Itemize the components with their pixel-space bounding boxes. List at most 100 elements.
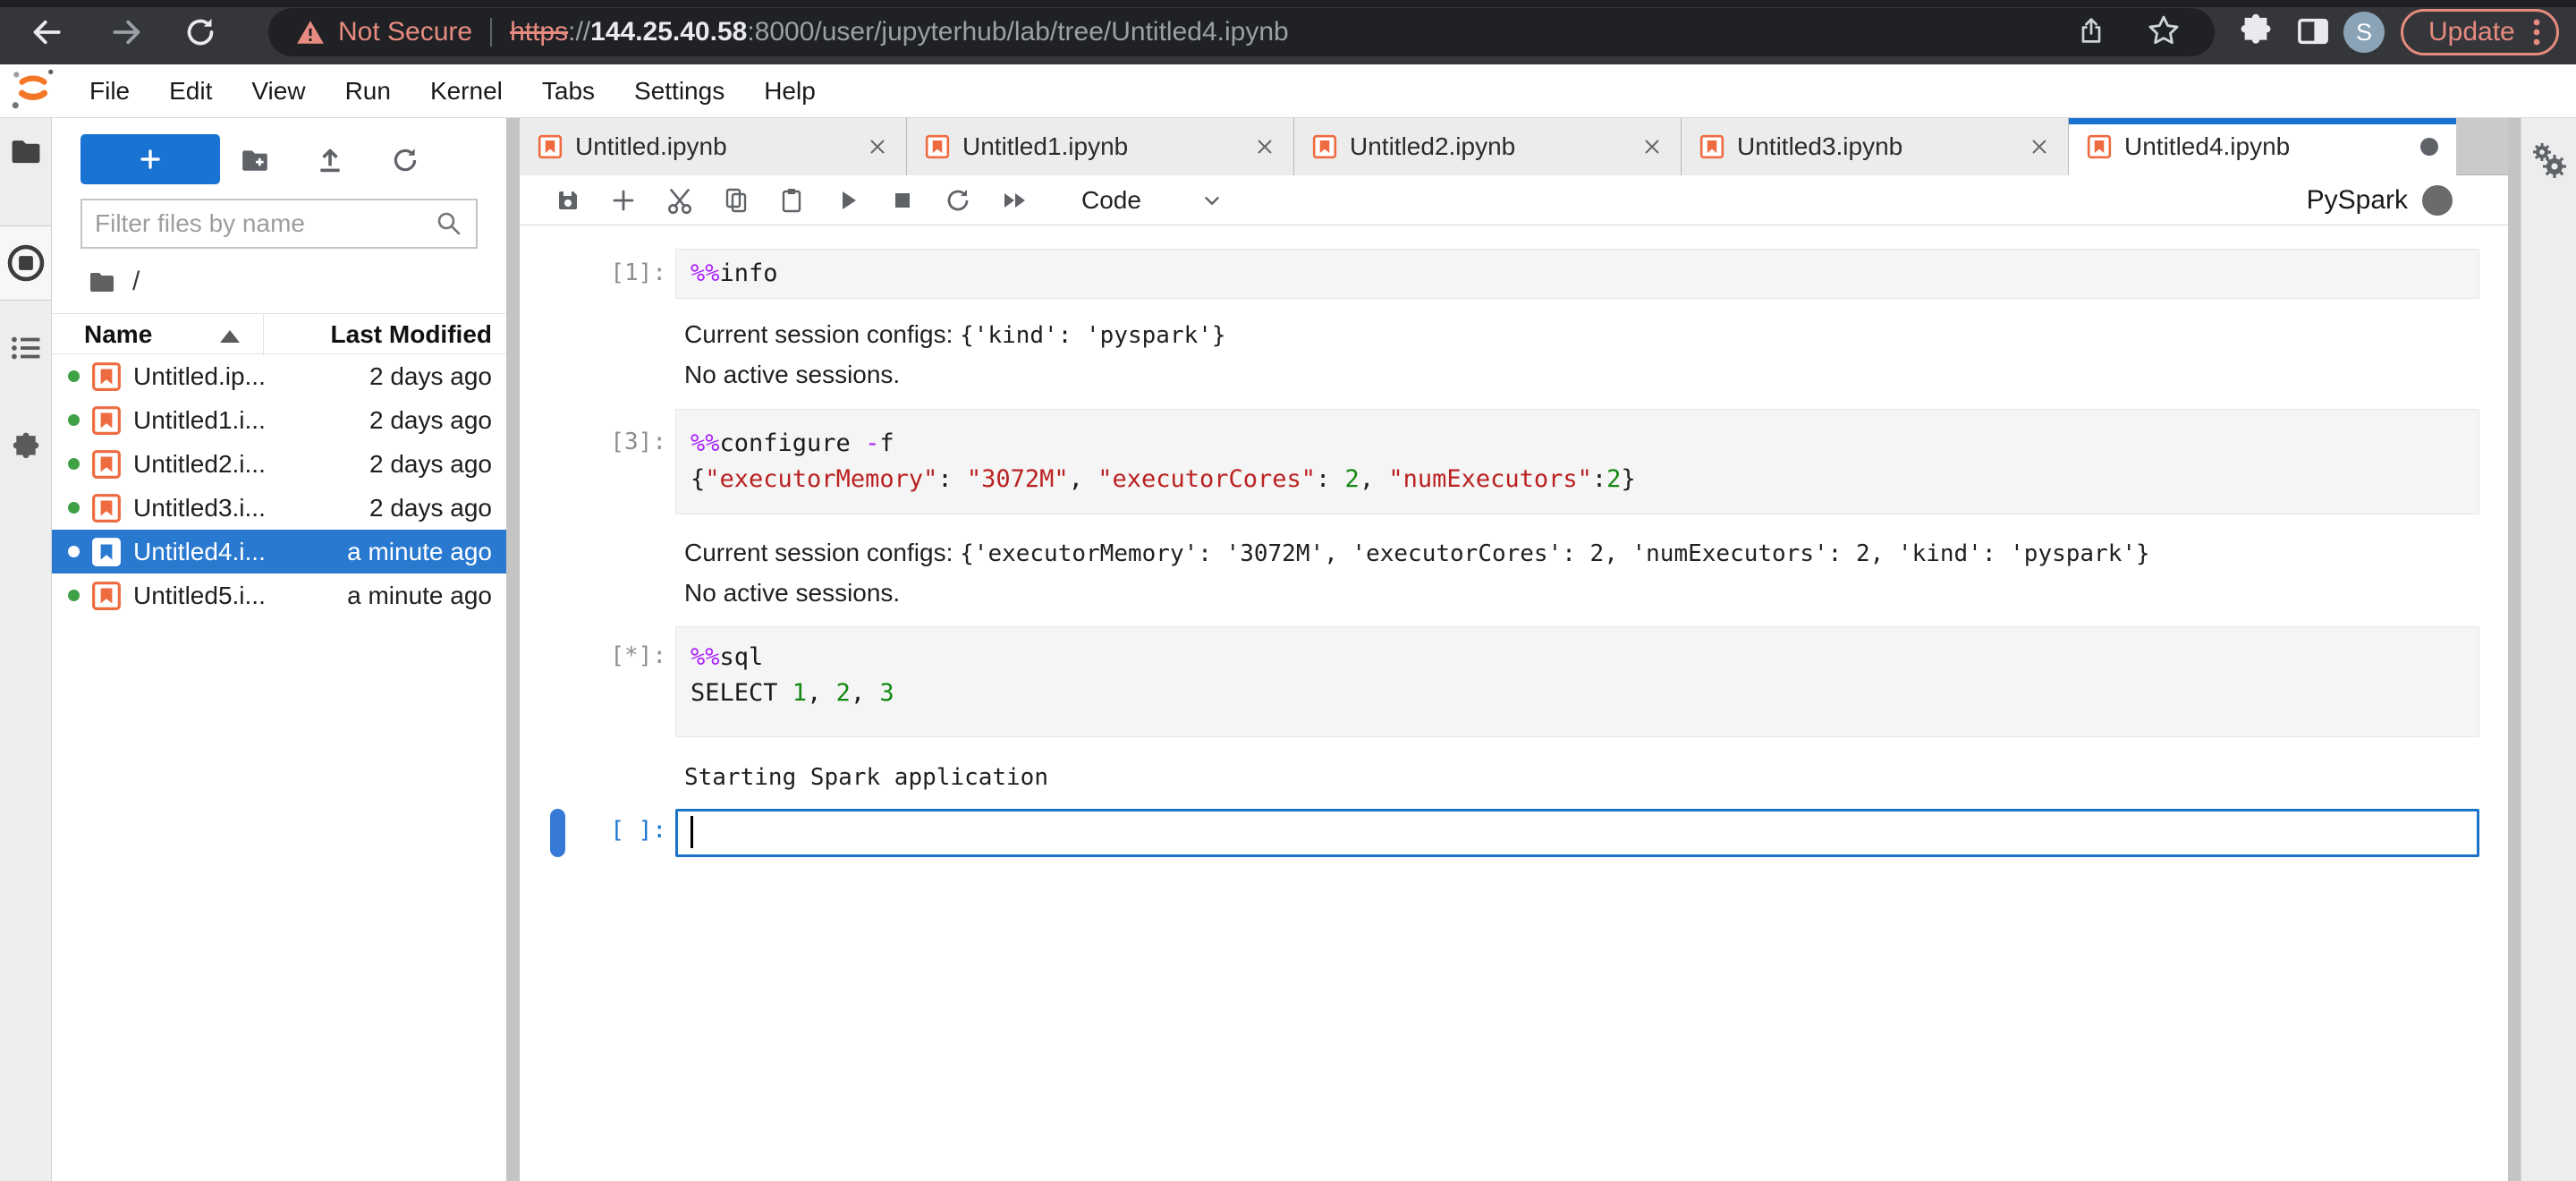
share-icon[interactable] xyxy=(2075,14,2107,51)
upload-button[interactable] xyxy=(315,145,345,180)
sidebar-tab-table-of-contents[interactable] xyxy=(0,331,52,365)
security-warning-icon[interactable] xyxy=(295,17,326,47)
browser-back-button[interactable] xyxy=(27,13,66,52)
browser-reload-button[interactable] xyxy=(181,13,220,52)
close-icon[interactable] xyxy=(2029,136,2050,157)
tab-label: Untitled4.ipynb xyxy=(2124,132,2291,160)
code-editor[interactable]: %%sql SELECT 1, 2, 3 xyxy=(675,626,2479,737)
file-row-untitled4-selected[interactable]: Untitled4.i... a minute ago xyxy=(52,530,506,574)
panel-icon xyxy=(2314,20,2327,43)
sort-ascending-icon[interactable] xyxy=(220,330,240,343)
kernel-name[interactable]: PySpark xyxy=(2307,185,2408,216)
code-token: 2 xyxy=(1606,465,1622,493)
menu-kernel[interactable]: Kernel xyxy=(411,64,522,117)
output-line: Starting Spark application xyxy=(684,764,1048,791)
sidebar-splitter[interactable] xyxy=(506,118,520,1181)
column-header-name[interactable]: Name xyxy=(84,320,152,349)
stop-icon xyxy=(895,192,910,208)
file-row-untitled[interactable]: Untitled.ip... 2 days ago xyxy=(52,354,506,398)
breadcrumb[interactable]: / xyxy=(88,267,140,297)
side-panel-button[interactable] xyxy=(2293,12,2333,51)
active-cell-collapser[interactable] xyxy=(550,809,565,857)
code-cell-2[interactable]: [3]: %%configure -f {"executorMemory": "… xyxy=(520,409,2508,514)
sidebar-tab-running-sessions[interactable] xyxy=(0,225,52,301)
notebook-file-icon xyxy=(2087,134,2112,159)
menu-file[interactable]: File xyxy=(70,64,149,117)
copy-cells-button[interactable] xyxy=(722,186,750,215)
restart-kernel-button[interactable] xyxy=(944,186,972,215)
file-row-untitled1[interactable]: Untitled1.i... 2 days ago xyxy=(52,398,506,442)
extensions-button[interactable] xyxy=(2236,12,2275,51)
code-token: SELECT xyxy=(691,679,792,707)
cell-type-select[interactable]: Code xyxy=(1081,186,1141,215)
code-cell-3[interactable]: [*]: %%sql SELECT 1, 2, 3 xyxy=(520,626,2508,737)
tab-untitled1-ipynb[interactable]: Untitled1.ipynb xyxy=(907,118,1294,175)
sidebar-tab-extensions[interactable] xyxy=(0,429,52,463)
tab-untitled2-ipynb[interactable]: Untitled2.ipynb xyxy=(1294,118,1682,175)
run-cell-button[interactable] xyxy=(833,186,861,215)
menu-view[interactable]: View xyxy=(232,64,325,117)
menu-help[interactable]: Help xyxy=(744,64,835,117)
code-cell-1[interactable]: [1]: %%info xyxy=(520,249,2508,299)
gears-icon xyxy=(2533,143,2566,178)
file-row-untitled3[interactable]: Untitled3.i... 2 days ago xyxy=(52,486,506,530)
file-name: Untitled2.i... xyxy=(133,449,266,478)
close-icon[interactable] xyxy=(867,136,888,157)
code-token: "executorMemory" xyxy=(705,465,938,493)
close-icon[interactable] xyxy=(1641,136,1663,157)
file-name: Untitled.ip... xyxy=(133,361,266,390)
browser-update-button[interactable]: Update xyxy=(2401,9,2559,55)
close-icon[interactable] xyxy=(1254,136,1275,157)
menu-run[interactable]: Run xyxy=(326,64,411,117)
unsaved-changes-indicator[interactable] xyxy=(2420,138,2438,156)
interrupt-kernel-button[interactable] xyxy=(888,186,917,215)
run-icon xyxy=(843,191,856,209)
notebook-file-icon xyxy=(1312,134,1337,159)
tab-untitled4-ipynb-active[interactable]: Untitled4.ipynb xyxy=(2069,118,2456,175)
breadcrumb-root[interactable]: / xyxy=(132,267,140,297)
sidebar-tab-file-browser[interactable] xyxy=(0,134,52,168)
browser-forward-button[interactable] xyxy=(107,13,147,52)
menu-edit[interactable]: Edit xyxy=(149,64,232,117)
profile-avatar[interactable]: S xyxy=(2343,12,2385,53)
kebab-menu-icon[interactable] xyxy=(2531,16,2542,48)
code-editor[interactable]: %%configure -f {"executorMemory": "3072M… xyxy=(675,409,2479,514)
code-token: } xyxy=(1621,465,1636,493)
code-token: f xyxy=(879,429,894,457)
kernel-status-indicator[interactable] xyxy=(2422,184,2453,216)
file-row-untitled5[interactable]: Untitled5.i... a minute ago xyxy=(52,574,506,617)
chevron-down-icon[interactable] xyxy=(1199,187,1225,214)
menu-tabs[interactable]: Tabs xyxy=(522,64,614,117)
file-modified: 2 days ago xyxy=(369,405,492,434)
sidebar-tab-property-inspector[interactable] xyxy=(2524,140,2574,194)
active-code-editor[interactable] xyxy=(675,809,2479,857)
file-filter-input[interactable] xyxy=(95,209,435,238)
left-activity-bar xyxy=(0,118,52,1181)
stop-square-icon xyxy=(18,256,33,270)
url-separator: :// xyxy=(568,17,591,47)
column-header-modified[interactable]: Last Modified xyxy=(331,320,492,349)
add-cell-button[interactable] xyxy=(609,186,638,215)
restart-run-all-button[interactable] xyxy=(999,186,1031,215)
refresh-file-list-button[interactable] xyxy=(390,145,420,180)
code-editor[interactable]: %%info xyxy=(675,249,2479,299)
cut-cells-button[interactable] xyxy=(665,185,695,216)
new-launcher-button[interactable] xyxy=(80,134,220,184)
code-token: "numExecutors" xyxy=(1388,465,1592,493)
address-bar[interactable]: Not Secure https://144.25.40.58:8000/use… xyxy=(268,8,2215,56)
file-row-untitled2[interactable]: Untitled2.i... 2 days ago xyxy=(52,442,506,486)
page-url[interactable]: https://144.25.40.58:8000/user/jupyterhu… xyxy=(510,17,1289,47)
active-empty-cell[interactable]: [ ]: xyxy=(520,809,2508,857)
save-button[interactable] xyxy=(554,186,582,215)
kernel-running-dot xyxy=(68,414,80,426)
code-token: 2 xyxy=(835,679,851,707)
bookmark-star-icon[interactable] xyxy=(2147,13,2181,52)
file-filter-box[interactable] xyxy=(80,199,478,249)
new-folder-button[interactable] xyxy=(240,145,270,180)
menu-settings[interactable]: Settings xyxy=(614,64,744,117)
security-warning-label[interactable]: Not Secure xyxy=(338,17,472,47)
tab-untitled3-ipynb[interactable]: Untitled3.ipynb xyxy=(1682,118,2069,175)
paste-cells-button[interactable] xyxy=(777,186,806,215)
notebook-scrollbar[interactable] xyxy=(2508,118,2521,1181)
tab-untitled-ipynb[interactable]: Untitled.ipynb xyxy=(520,118,907,175)
